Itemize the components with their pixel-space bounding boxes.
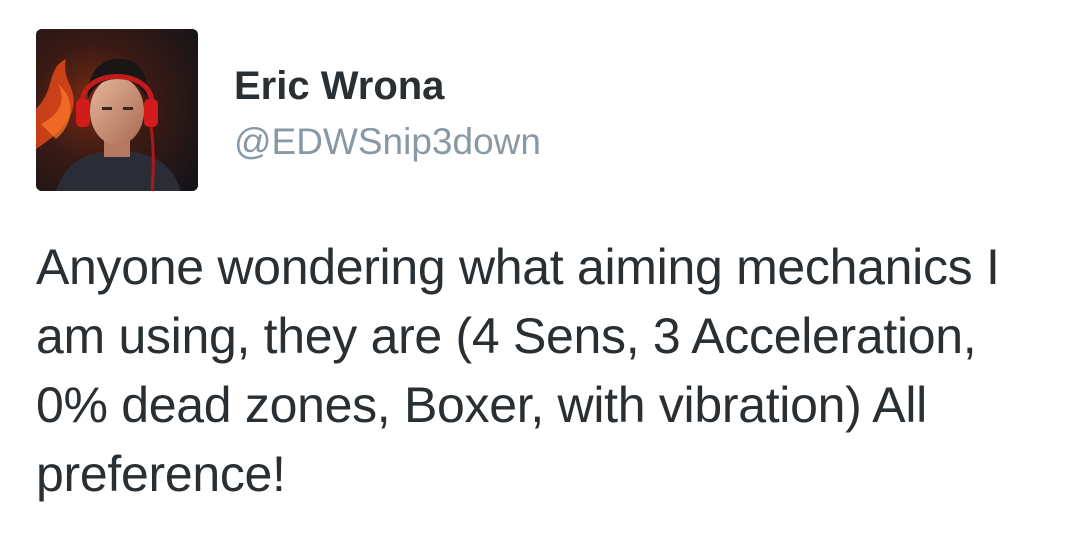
tweet-text-line: am using, they are (4 Sens, 3 Accelerati…	[36, 308, 977, 364]
author-display-name[interactable]: Eric Wrona	[234, 62, 444, 110]
tweet-text-line: 0% dead zones, Boxer, with vibration) Al…	[36, 377, 927, 433]
tweet-card: Eric Wrona @EDWSnip3down Anyone wonderin…	[0, 0, 1080, 555]
avatar-photo-icon	[36, 29, 198, 191]
tweet-text-line: Anyone wondering what aiming mechanics I	[36, 239, 1000, 295]
author-handle[interactable]: @EDWSnip3down	[234, 120, 541, 164]
profile-avatar[interactable]	[36, 29, 198, 191]
tweet-text-line: preference!	[36, 446, 286, 502]
tweet-body-text: Anyone wondering what aiming mechanics I…	[36, 233, 1046, 509]
